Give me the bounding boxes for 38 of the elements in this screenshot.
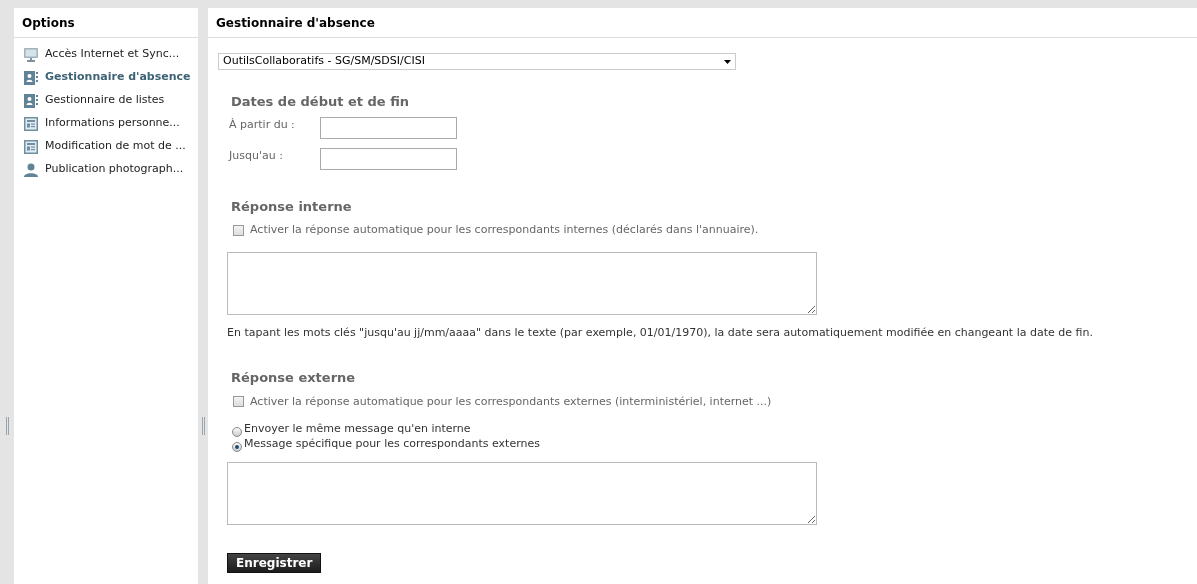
dropdown-arrow-icon xyxy=(724,59,731,64)
person-icon xyxy=(23,161,39,178)
contact-card-icon xyxy=(23,69,39,86)
radio-button[interactable] xyxy=(232,426,242,437)
save-button[interactable]: Enregistrer xyxy=(227,553,322,573)
sidebar-item[interactable]: Accès Internet et Sync... xyxy=(14,43,198,66)
account-dropdown[interactable]: OutilsCollaboratifs - SG/SM/SDSI/CISI xyxy=(218,53,736,70)
sidebar-item[interactable]: Informations personne... xyxy=(14,112,198,135)
document-icon xyxy=(23,138,39,155)
section-heading: Dates de début et de fin xyxy=(230,93,411,111)
radio-label: Envoyer le même message qu'en interne xyxy=(244,421,471,438)
field-label: Jusqu'au : xyxy=(229,147,284,164)
sidebar-item[interactable]: Publication photograph... xyxy=(14,158,198,181)
help-text: En tapant les mots clés "jusqu'au jj/mm/aaaa" dans le texte (par exemple, 01/01/1970), la date sera automatiquement modifiée en changeant la date de fin. xyxy=(227,324,1094,341)
field-label: À partir du : xyxy=(229,116,296,133)
internal-message-field[interactable] xyxy=(227,251,817,315)
panel-title: Gestionnaire d'absence xyxy=(208,8,1197,38)
checkbox-label: Activer la réponse automatique pour les correspondants internes (déclarés dans l'annuaire). xyxy=(250,222,759,238)
radio-label: Message spécifique pour les correspondants externes xyxy=(244,436,540,453)
monitor-icon xyxy=(23,46,39,63)
sidebar-item[interactable]: Modification de mot de ... xyxy=(14,135,198,158)
section-heading: Réponse externe xyxy=(230,369,357,387)
document-icon xyxy=(23,115,39,132)
sidebar-item[interactable]: Gestionnaire de listes xyxy=(14,89,198,112)
splitter-handle[interactable] xyxy=(201,417,205,435)
checkbox-label: Activer la réponse automatique pour les correspondants externes (interministériel, internet ...) xyxy=(250,393,772,410)
checkbox[interactable] xyxy=(233,396,244,408)
end-date-field[interactable] xyxy=(320,147,457,170)
sidebar-item[interactable]: Gestionnaire d'absence xyxy=(14,66,198,89)
splitter-handle[interactable] xyxy=(5,417,9,435)
sidebar-title: Options xyxy=(14,8,198,38)
section-heading: Réponse interne xyxy=(230,197,353,216)
contact-card-icon xyxy=(23,92,39,109)
radio-button[interactable] xyxy=(232,441,242,452)
checkbox[interactable] xyxy=(233,224,244,236)
start-date-field[interactable] xyxy=(320,116,457,139)
dropdown-value: OutilsCollaboratifs - SG/SM/SDSI/CISI xyxy=(223,53,425,70)
external-message-field[interactable] xyxy=(227,462,817,525)
